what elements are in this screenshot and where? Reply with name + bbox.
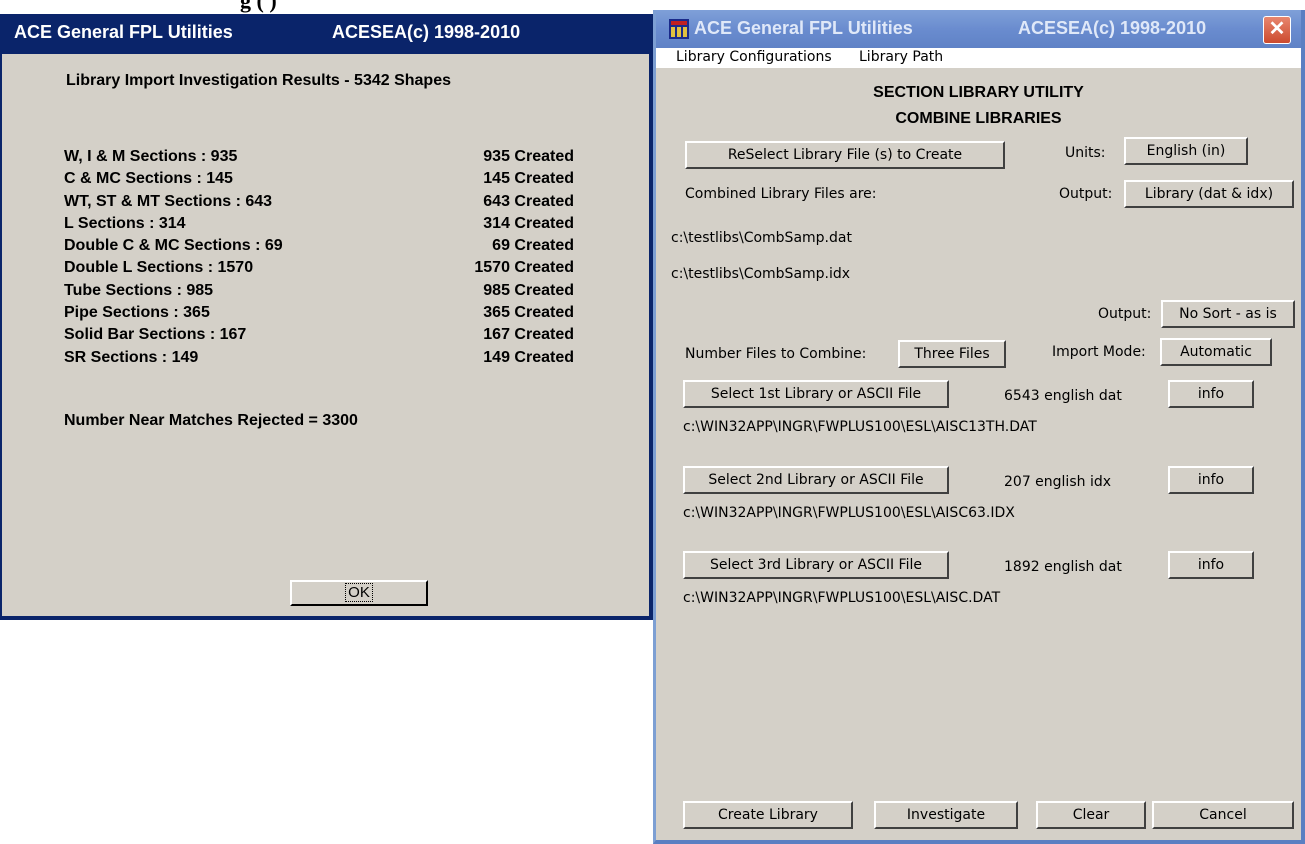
results-window-copyright: ACESEA(c) 1998-2010	[332, 22, 521, 42]
combined-files-label: Combined Library Files are:	[685, 186, 877, 202]
results-row-label: C & MC Sections : 145	[64, 170, 233, 188]
results-row-value: 1570 Created	[474, 259, 574, 277]
section-subtitle: COMBINE LIBRARIES	[895, 110, 1062, 127]
utility-window: ACE General FPL Utilities ACESEA(c) 1998…	[653, 10, 1305, 844]
results-row-label: Solid Bar Sections : 167	[64, 326, 247, 344]
section-title: SECTION LIBRARY UTILITY	[873, 84, 1084, 101]
menu-library-path[interactable]: Library Path	[859, 49, 943, 65]
clear-button[interactable]: Clear	[1036, 801, 1146, 829]
results-row-label: Tube Sections : 985	[64, 281, 214, 299]
combined-file-path: c:\testlibs\CombSamp.idx	[671, 266, 851, 282]
select-2nd-file-button[interactable]: Select 2nd Library or ASCII File	[683, 466, 949, 494]
investigate-button[interactable]: Investigate	[874, 801, 1018, 829]
close-icon[interactable]: ✕	[1263, 16, 1291, 44]
num-files-button[interactable]: Three Files	[898, 340, 1006, 368]
results-row: WT, ST & MT Sections : 643 643 Created	[64, 191, 584, 213]
utility-window-copyright: ACESEA(c) 1998-2010	[1018, 18, 1207, 38]
results-window-title: ACE General FPL Utilities	[14, 22, 233, 42]
results-window: ACE General FPL Utilities ACESEA(c) 1998…	[0, 14, 653, 620]
import-mode-label: Import Mode:	[1052, 344, 1146, 360]
num-files-label: Number Files to Combine:	[685, 346, 867, 362]
results-row: Pipe Sections : 365 365 Created	[64, 302, 584, 324]
results-row-value: 985 Created	[483, 281, 574, 299]
results-row: Double C & MC Sections : 69 69 Created	[64, 235, 584, 257]
reselect-library-button[interactable]: ReSelect Library File (s) to Create	[685, 141, 1005, 169]
results-row: W, I & M Sections : 935 935 Created	[64, 146, 584, 168]
select-3rd-file-button[interactable]: Select 3rd Library or ASCII File	[683, 551, 949, 579]
results-row: L Sections : 314 314 Created	[64, 213, 584, 235]
results-row-label: Pipe Sections : 365	[64, 304, 210, 322]
ok-button[interactable]: OK	[290, 580, 428, 606]
cancel-button[interactable]: Cancel	[1152, 801, 1294, 829]
units-label: Units:	[1065, 145, 1106, 161]
units-button[interactable]: English (in)	[1124, 137, 1248, 165]
sort-label: Output:	[1098, 306, 1152, 322]
results-row-value: 935 Created	[483, 148, 574, 165]
file-path: c:\WIN32APP\INGR\FWPLUS100\ESL\AISC63.ID…	[683, 505, 1015, 521]
results-row: Double L Sections : 1570 1570 Created	[64, 257, 584, 279]
file-info-text: 207 english idx	[1004, 474, 1112, 490]
results-row: SR Sections : 149 149 Created	[64, 347, 584, 369]
select-1st-file-button[interactable]: Select 1st Library or ASCII File	[683, 380, 949, 408]
file-info-text: 6543 english dat	[1004, 388, 1122, 404]
info-button[interactable]: info	[1168, 466, 1254, 494]
results-row-label: Double L Sections : 1570	[64, 259, 254, 277]
create-library-button[interactable]: Create Library	[683, 801, 853, 829]
file-path: c:\WIN32APP\INGR\FWPLUS100\ESL\AISC.DAT	[683, 590, 1001, 606]
results-row-label: W, I & M Sections : 935	[64, 148, 238, 165]
app-icon	[669, 19, 689, 39]
results-row-value: 145 Created	[483, 170, 574, 188]
utility-window-title: ACE General FPL Utilities	[694, 18, 913, 38]
results-row-value: 365 Created	[483, 304, 574, 322]
results-title-bar[interactable]: ACE General FPL Utilities ACESEA(c) 1998…	[2, 14, 649, 54]
info-button[interactable]: info	[1168, 380, 1254, 408]
results-row-value: 643 Created	[483, 192, 574, 210]
rejected-count: Number Near Matches Rejected = 3300	[64, 412, 358, 429]
results-row-label: Double C & MC Sections : 69	[64, 237, 283, 255]
results-row: Solid Bar Sections : 167 167 Created	[64, 324, 584, 346]
results-row-value: 69 Created	[492, 237, 574, 255]
partial-heading: g ( )	[240, 0, 277, 13]
results-row: Tube Sections : 985 985 Created	[64, 280, 584, 302]
file-path: c:\WIN32APP\INGR\FWPLUS100\ESL\AISC13TH.…	[683, 419, 1037, 435]
results-row-label: L Sections : 314	[64, 214, 186, 232]
menu-bar: Library Configurations Library Path	[656, 48, 1301, 68]
menu-library-configurations[interactable]: Library Configurations	[676, 49, 832, 65]
output-label: Output:	[1059, 186, 1113, 202]
results-row-value: 167 Created	[483, 326, 574, 344]
results-row: C & MC Sections : 145 145 Created	[64, 168, 584, 190]
import-mode-button[interactable]: Automatic	[1160, 338, 1272, 366]
ok-button-label: OK	[345, 583, 373, 602]
results-row-label: WT, ST & MT Sections : 643	[64, 192, 273, 210]
results-row-label: SR Sections : 149	[64, 348, 199, 366]
combined-file-path: c:\testlibs\CombSamp.dat	[671, 230, 852, 246]
results-row-value: 314 Created	[483, 214, 574, 232]
utility-title-bar[interactable]: ACE General FPL Utilities ACESEA(c) 1998…	[656, 10, 1301, 48]
info-button[interactable]: info	[1168, 551, 1254, 579]
results-heading: Library Import Investigation Results - 5…	[66, 72, 451, 89]
sort-button[interactable]: No Sort - as is	[1161, 300, 1295, 328]
output-format-button[interactable]: Library (dat & idx)	[1124, 180, 1294, 208]
results-list: W, I & M Sections : 935 935 Created C & …	[64, 146, 584, 369]
results-row-value: 149 Created	[483, 348, 574, 366]
file-info-text: 1892 english dat	[1004, 559, 1122, 575]
